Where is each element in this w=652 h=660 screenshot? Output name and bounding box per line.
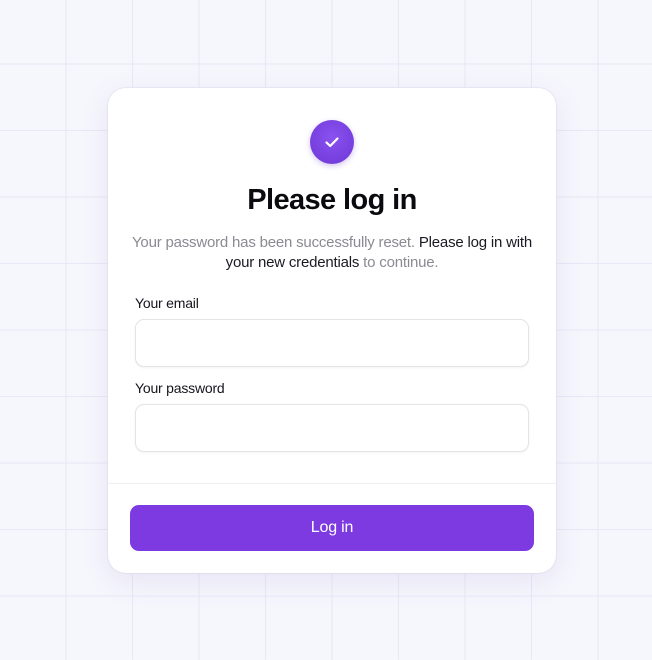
password-field[interactable] [135,404,529,452]
login-button[interactable]: Log in [130,505,534,551]
footer-divider [108,483,556,484]
success-badge [310,120,354,164]
email-label: Your email [135,295,199,311]
reset-message-muted-1: Your password has been successfully rese… [132,234,419,251]
card-content: Please log in Your password has been suc… [108,88,556,484]
password-label: Your password [135,380,225,396]
login-card: Please log in Your password has been suc… [108,88,556,573]
email-field[interactable] [135,319,529,367]
check-icon [325,137,339,148]
page-title: Please log in [247,184,417,216]
reset-message-muted-2: to continue. [359,254,439,271]
reset-message: Your password has been successfully rese… [132,233,532,273]
